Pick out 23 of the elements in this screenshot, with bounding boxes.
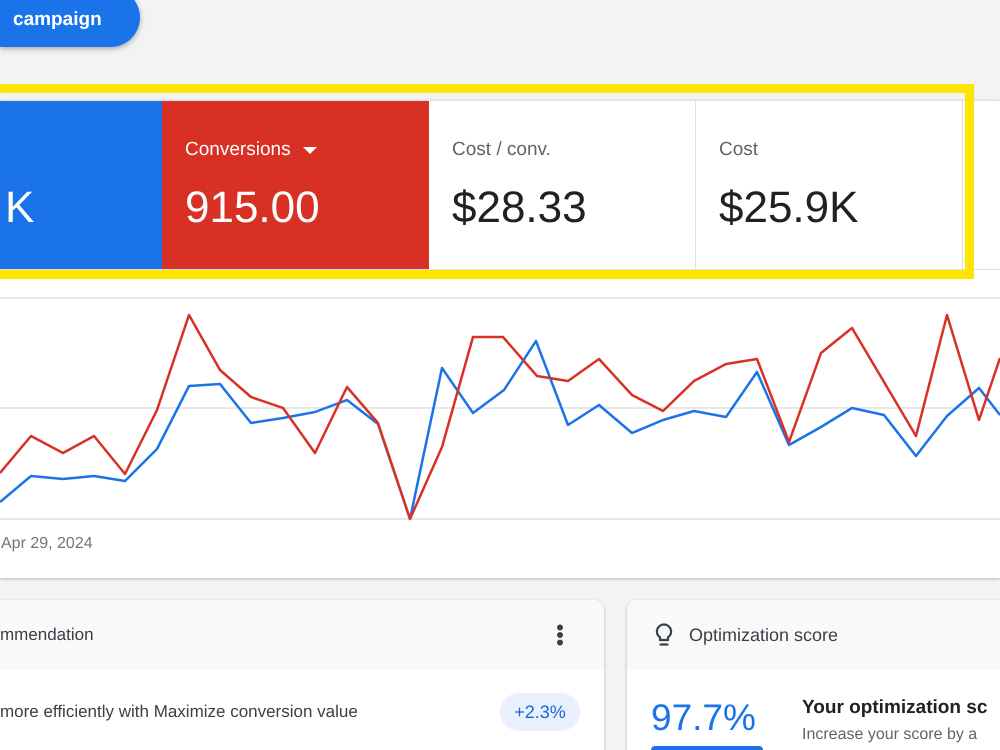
- score-heading: Your optimization sc: [802, 696, 988, 720]
- metric-value: $28.33: [452, 182, 587, 234]
- new-campaign-button[interactable]: campaign: [0, 0, 140, 47]
- metric-tile[interactable]: Conversions 915.00: [162, 101, 429, 269]
- metric-value: 915.00: [185, 182, 320, 234]
- metric-dropdown[interactable]: Conversions: [185, 138, 317, 162]
- card-title: Optimization score: [689, 624, 838, 647]
- metric-value: K: [5, 182, 34, 234]
- recommendation-text: more efficiently with Maximize conversion value: [0, 701, 358, 724]
- axis-date-label: Apr 29, 2024: [1, 535, 93, 552]
- metric-tile[interactable]: Cost / conv. $28.33: [429, 101, 696, 269]
- more-options-button[interactable]: [556, 624, 564, 646]
- card-title: mmendation: [0, 624, 94, 646]
- more-icon: [556, 624, 564, 646]
- lightbulb-icon: [655, 623, 673, 647]
- metric-label: Cost / conv.: [452, 138, 551, 162]
- metric-value: $25.9K: [719, 182, 858, 234]
- uplift-badge: +2.3%: [500, 693, 580, 731]
- metric-tile[interactable]: K: [0, 101, 162, 269]
- metric-tile[interactable]: Cost $25.9K: [696, 101, 963, 269]
- metric-label: Cost: [719, 138, 758, 162]
- score-value: 97.7%: [651, 696, 757, 740]
- score-description: Increase your score by a: [802, 725, 978, 745]
